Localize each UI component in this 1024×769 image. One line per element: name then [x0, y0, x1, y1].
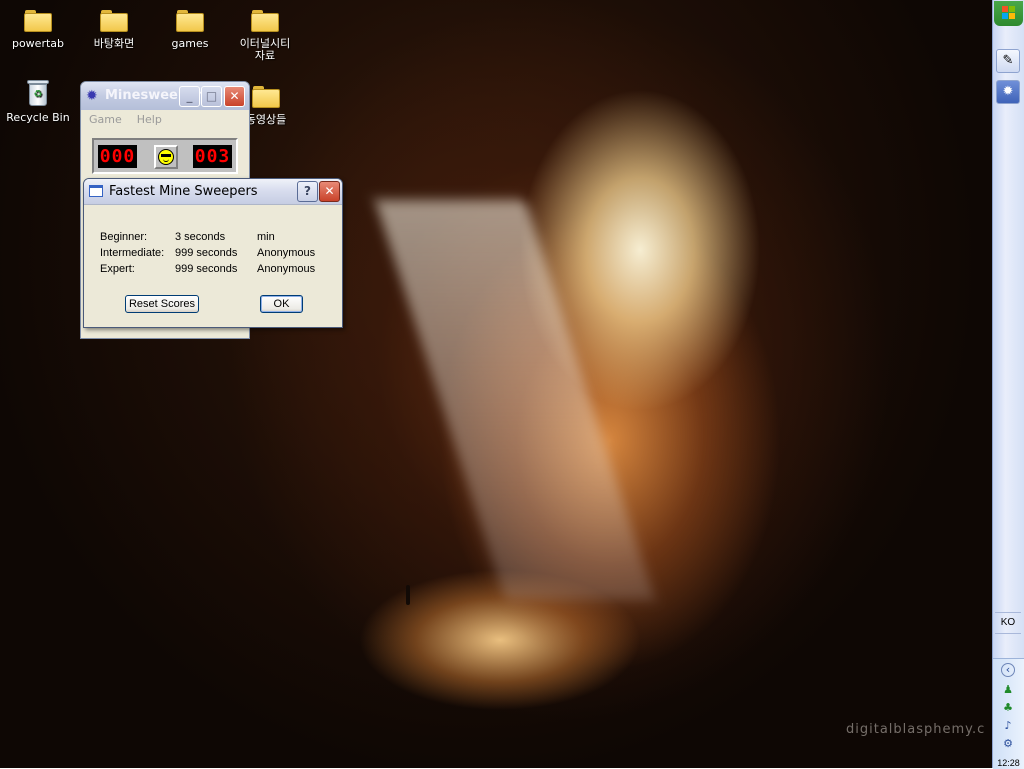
show-desktop-icon[interactable]: ✎: [996, 49, 1020, 73]
table-row: Beginner: 3 seconds min: [100, 231, 315, 247]
table-row: Expert: 999 seconds Anonymous: [100, 263, 315, 279]
start-button[interactable]: [994, 1, 1023, 26]
recycle-bin-icon: ♻: [23, 80, 53, 108]
new-game-button[interactable]: [154, 145, 178, 169]
ok-button[interactable]: OK: [260, 295, 303, 313]
system-tray: ‹ ♟ ♣ ♪ ⚙: [993, 658, 1024, 769]
maximize-button[interactable]: □: [201, 86, 222, 107]
window-icon: [89, 185, 103, 197]
folder-icon: [23, 6, 53, 34]
close-button[interactable]: ✕: [319, 181, 340, 202]
help-button[interactable]: ?: [297, 181, 318, 202]
dialog-body: Beginner: 3 seconds min Intermediate: 99…: [84, 204, 342, 327]
menu-bar: Game Help: [81, 110, 249, 130]
desktop[interactable]: digitalblasphemy.c powertab 바탕화면 games 이…: [0, 0, 992, 768]
folder-icon: [99, 6, 129, 34]
folder-icon: [250, 6, 280, 34]
menu-game[interactable]: Game: [81, 110, 129, 126]
mine-counter: 000: [98, 145, 137, 168]
wallpaper-figure: [406, 585, 410, 605]
wallpaper-watermark: digitalblasphemy.c: [846, 722, 986, 737]
dialog-titlebar[interactable]: Fastest Mine Sweepers ? ✕: [84, 179, 342, 204]
desktop-icon-label: powertab: [11, 37, 65, 50]
best-times-dialog[interactable]: Fastest Mine Sweepers ? ✕ Beginner: 3 se…: [83, 178, 343, 328]
best-time: 999 seconds: [175, 263, 238, 275]
scores-table: Beginner: 3 seconds min Intermediate: 99…: [100, 231, 315, 279]
minesweeper-task-icon[interactable]: ✹: [996, 80, 1020, 104]
network-icon[interactable]: ♣: [1001, 701, 1015, 715]
best-time: 3 seconds: [175, 231, 226, 243]
desktop-icon-eternal-city[interactable]: 이터널시티 자료: [228, 6, 302, 62]
messenger-icon[interactable]: ♟: [1001, 683, 1015, 697]
player-name: min: [257, 231, 275, 243]
folder-icon: [251, 82, 281, 110]
desktop-icon-background[interactable]: 바탕화면: [76, 6, 152, 50]
desktop-icon-powertab[interactable]: powertab: [0, 6, 76, 50]
desktop-icon-games[interactable]: games: [152, 6, 228, 50]
desktop-icon-label: 바탕화면: [93, 37, 135, 50]
table-row: Intermediate: 999 seconds Anonymous: [100, 247, 315, 263]
language-indicator[interactable]: KO: [995, 612, 1021, 634]
level-label: Beginner:: [100, 231, 148, 243]
folder-icon: [175, 6, 205, 34]
player-name: Anonymous: [257, 247, 316, 259]
taskbar: ✎ ✹ KO ‹ ♟ ♣ ♪ ⚙ 12:28: [992, 0, 1024, 769]
security-icon[interactable]: ⚙: [1001, 737, 1015, 751]
sunglasses-smiley-icon: [158, 149, 174, 165]
status-panel: 000 003: [92, 138, 238, 174]
timer: 003: [193, 145, 232, 168]
dialog-title: Fastest Mine Sweepers: [109, 184, 258, 199]
reset-scores-button[interactable]: Reset Scores: [125, 295, 199, 313]
menu-help[interactable]: Help: [129, 110, 169, 126]
desktop-icon-label: Recycle Bin: [6, 111, 70, 124]
desktop-icon-label: 이터널시티 자료: [239, 37, 291, 62]
chevron-left-icon[interactable]: ‹: [1001, 663, 1015, 677]
minimize-button[interactable]: _: [179, 86, 200, 107]
level-label: Intermediate:: [100, 247, 165, 259]
desktop-icon-label: games: [171, 37, 209, 50]
best-time: 999 seconds: [175, 247, 238, 259]
clock[interactable]: 12:28: [993, 758, 1024, 768]
level-label: Expert:: [100, 263, 135, 275]
volume-icon[interactable]: ♪: [1001, 719, 1015, 733]
desktop-icon-recycle-bin[interactable]: ♻ Recycle Bin: [0, 80, 76, 124]
player-name: Anonymous: [257, 263, 316, 275]
close-button[interactable]: ✕: [224, 86, 245, 107]
desktop-icon-label: 동영상들: [245, 113, 287, 126]
light-beam: [375, 200, 655, 600]
minesweeper-titlebar[interactable]: ✹ Minesweeper… _ □ ✕: [81, 82, 249, 110]
mine-icon: ✹: [86, 88, 98, 104]
windows-logo-icon: [1002, 6, 1016, 20]
